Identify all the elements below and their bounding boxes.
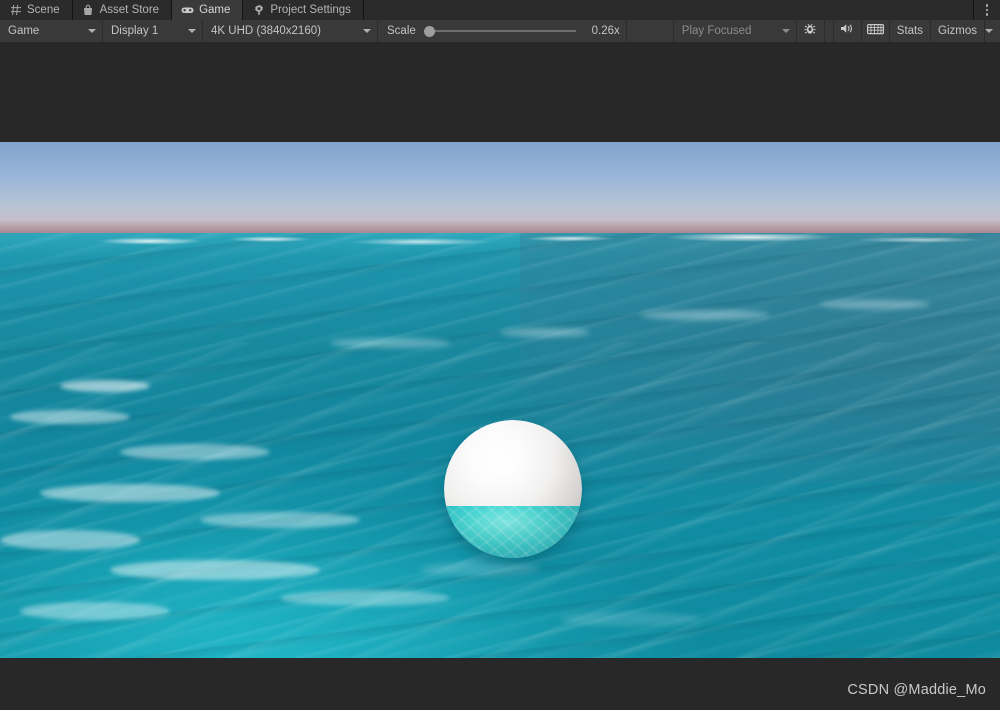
resolution-dropdown[interactable]: 4K UHD (3840x2160) bbox=[203, 20, 377, 42]
foam-patch bbox=[110, 560, 320, 580]
tab-asset-store-label: Asset Store bbox=[99, 4, 160, 16]
scale-slider-track bbox=[431, 30, 576, 32]
play-mode-value: Play Focused bbox=[681, 25, 752, 37]
tab-game-label: Game bbox=[199, 4, 231, 16]
foam-patch bbox=[20, 602, 170, 620]
tab-game[interactable]: Game bbox=[172, 0, 244, 20]
gizmos-dropdown-button[interactable] bbox=[985, 20, 1000, 42]
chevron-down-icon bbox=[88, 29, 96, 33]
stats-button[interactable]: Stats bbox=[890, 20, 930, 42]
scale-label: Scale bbox=[387, 25, 416, 37]
sphere-specular-highlight bbox=[484, 452, 524, 480]
speaker-icon bbox=[840, 22, 855, 40]
aspect-frame-button[interactable] bbox=[862, 20, 889, 42]
scale-value: 0.26x bbox=[591, 25, 620, 37]
sphere-shading bbox=[444, 420, 582, 558]
tab-scene[interactable]: Scene bbox=[0, 0, 73, 20]
game-render-surface[interactable] bbox=[0, 92, 1000, 658]
dock-tab-bar: Scene Asset Store Game Project Settings bbox=[0, 0, 1000, 20]
tab-project-settings[interactable]: Project Settings bbox=[243, 0, 364, 20]
display-dropdown[interactable]: Display 1 bbox=[103, 20, 202, 42]
mute-audio-button[interactable] bbox=[834, 20, 861, 42]
chevron-down-icon bbox=[985, 29, 993, 33]
foam-patch bbox=[560, 612, 700, 626]
foam-patch bbox=[640, 310, 770, 320]
foam-patch bbox=[330, 338, 450, 348]
foam-patch bbox=[820, 300, 930, 309]
play-mode-dropdown[interactable]: Play Focused bbox=[674, 20, 796, 42]
view-mode-value: Game bbox=[8, 25, 40, 37]
tab-scene-label: Scene bbox=[27, 4, 60, 16]
foam-patch bbox=[10, 410, 130, 424]
toolbar-flexible-space bbox=[825, 20, 833, 42]
scale-control[interactable]: Scale 0.26x bbox=[378, 20, 626, 42]
chevron-down-icon bbox=[781, 29, 790, 33]
grid-icon bbox=[9, 4, 22, 17]
foam-patch bbox=[60, 380, 150, 392]
shopping-bag-icon bbox=[82, 4, 95, 17]
gizmos-button-label: Gizmos bbox=[938, 25, 977, 37]
gear-icon bbox=[252, 4, 265, 17]
game-view-panel[interactable]: CSDN @Maddie_Mo bbox=[0, 42, 1000, 710]
dock-overflow-menu-button[interactable] bbox=[974, 0, 1000, 20]
chevron-down-icon bbox=[363, 29, 371, 33]
watermark-text: CSDN @Maddie_Mo bbox=[847, 682, 986, 698]
scale-slider-handle[interactable] bbox=[423, 25, 435, 37]
foam-patch bbox=[0, 530, 140, 550]
tab-bar-empty-space bbox=[363, 0, 974, 20]
gizmos-button[interactable]: Gizmos bbox=[931, 20, 984, 42]
debug-button[interactable] bbox=[797, 20, 824, 42]
toolbar-gap-left bbox=[627, 20, 673, 42]
view-mode-dropdown[interactable]: Game bbox=[0, 20, 102, 42]
tab-project-settings-label: Project Settings bbox=[270, 4, 351, 16]
display-value: Display 1 bbox=[111, 25, 159, 37]
foam-patch bbox=[280, 590, 450, 606]
foam-patch bbox=[420, 562, 540, 576]
floating-sphere bbox=[444, 420, 582, 558]
letterbox-top bbox=[0, 92, 1000, 142]
tab-asset-store[interactable]: Asset Store bbox=[72, 0, 173, 20]
gamepad-icon bbox=[181, 4, 194, 17]
foam-patch bbox=[40, 484, 220, 502]
game-view-toolbar: Game Display 1 4K UHD (3840x2160) Scale … bbox=[0, 20, 1000, 43]
kebab-menu-icon bbox=[985, 4, 989, 16]
horizon-foam-line bbox=[0, 234, 1000, 247]
scale-slider[interactable] bbox=[423, 25, 576, 37]
stats-button-label: Stats bbox=[896, 25, 924, 37]
unity-editor-window: Scene Asset Store Game Project Settings … bbox=[0, 0, 1000, 710]
bug-icon bbox=[803, 22, 817, 41]
foam-patch bbox=[500, 328, 590, 337]
foam-patch bbox=[120, 444, 270, 460]
foam-patch bbox=[200, 512, 360, 528]
chevron-down-icon bbox=[188, 29, 196, 33]
frame-grid-icon bbox=[866, 22, 884, 40]
resolution-value: 4K UHD (3840x2160) bbox=[211, 25, 321, 37]
